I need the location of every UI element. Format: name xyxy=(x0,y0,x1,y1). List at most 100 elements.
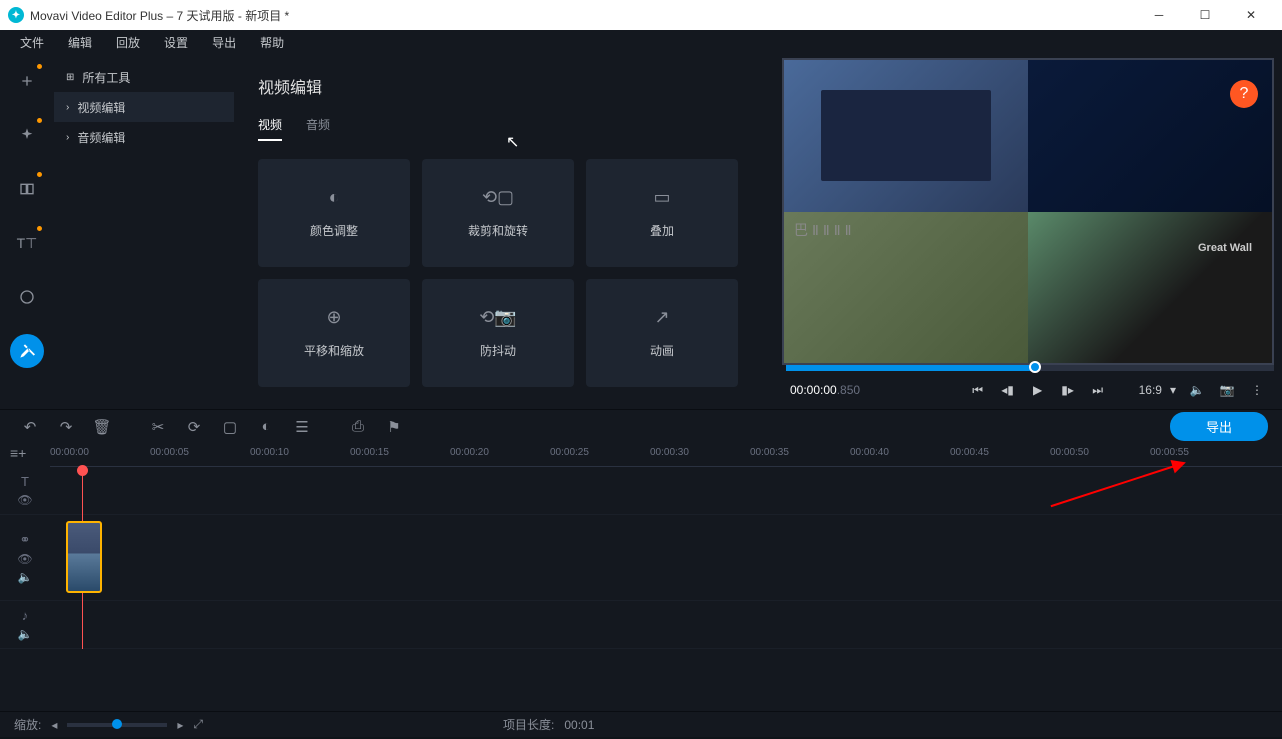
mute-icon[interactable]: 🔈 xyxy=(18,627,33,641)
card-crop-rotate[interactable]: ⟲▢裁剪和旋转 xyxy=(422,159,574,267)
ruler-tick: 00:00:05 xyxy=(150,447,189,458)
snapshot-button[interactable]: 📷 xyxy=(1214,377,1240,403)
magnify-icon: ⊕ xyxy=(326,307,341,328)
aspect-ratio[interactable]: 16:9 xyxy=(1139,383,1162,397)
ruler-tick: 00:00:35 xyxy=(750,447,789,458)
window-titlebar: ✦ Movavi Video Editor Plus – 7 天试用版 - 新项… xyxy=(0,0,1282,30)
timeline-ruler[interactable]: 00:00:00 00:00:05 00:00:10 00:00:15 00:00:20… xyxy=(50,443,1282,467)
center-panel: 视频编辑 视频 音频 ◐颜色调整 ⟲▢裁剪和旋转 ▭叠加 ⊕平移和缩放 ⟲📷防抖… xyxy=(234,54,778,409)
dock-titles[interactable]: T⊤ xyxy=(10,226,44,260)
motion-icon: ↗ xyxy=(654,307,669,328)
sidepanel-label: 所有工具 xyxy=(82,69,130,86)
add-track-button[interactable]: ≡+ xyxy=(10,445,26,461)
app-logo-icon: ✦ xyxy=(8,7,24,23)
dock-add-media[interactable] xyxy=(10,64,44,98)
tab-video[interactable]: 视频 xyxy=(258,116,282,141)
ruler-tick: 00:00:50 xyxy=(1050,447,1089,458)
sidepanel-label: 视频编辑 xyxy=(77,99,125,116)
card-overlay[interactable]: ▭叠加 xyxy=(586,159,738,267)
cut-button[interactable]: ✂ xyxy=(142,413,174,441)
minimize-button[interactable]: ─ xyxy=(1136,0,1182,30)
card-stabilize[interactable]: ⟲📷防抖动 xyxy=(422,279,574,387)
delete-button[interactable]: 🗑 xyxy=(86,413,118,441)
zoom-fit-button[interactable]: ⤢ xyxy=(193,717,203,732)
text-track-icon: T xyxy=(21,474,29,489)
video-clip[interactable] xyxy=(66,521,102,593)
marker-button[interactable]: ⚑ xyxy=(378,413,410,441)
rotate-button[interactable]: ⟳ xyxy=(178,413,210,441)
title-track[interactable]: T👁 xyxy=(0,467,1282,515)
zoom-in-button[interactable]: ▸ xyxy=(177,718,183,732)
crop-tool-button[interactable]: ▢ xyxy=(214,413,246,441)
crop-icon: ⟲▢ xyxy=(482,187,514,208)
sidepanel-all-tools[interactable]: ⊞所有工具 xyxy=(54,62,234,92)
step-back-button[interactable]: ◂▮ xyxy=(995,377,1021,403)
skip-start-button[interactable]: ⏮ xyxy=(965,377,991,403)
menu-export[interactable]: 导出 xyxy=(200,34,248,51)
eye-icon[interactable]: 👁 xyxy=(17,552,32,566)
export-button[interactable]: 导出 xyxy=(1170,412,1268,441)
ruler-tick: 00:00:25 xyxy=(550,447,589,458)
overlay-icon: ▭ xyxy=(653,187,670,208)
mute-icon[interactable]: 🔈 xyxy=(18,570,33,584)
timeline: ≡+ 00:00:0000:00:0500:00:1000:00:1500:00… xyxy=(0,443,1282,711)
ruler-tick: 00:00:15 xyxy=(350,447,389,458)
play-button[interactable]: ▶ xyxy=(1025,377,1051,403)
menu-playback[interactable]: 回放 xyxy=(104,34,152,51)
menu-bar: 文件 编辑 回放 设置 导出 帮助 xyxy=(0,30,1282,54)
preview-seekbar[interactable] xyxy=(786,365,1274,371)
ruler-tick: 00:00:00 xyxy=(50,447,89,458)
zoom-out-button[interactable]: ◂ xyxy=(51,718,57,732)
link-icon[interactable]: ⚭ xyxy=(20,532,31,548)
ruler-tick: 00:00:30 xyxy=(650,447,689,458)
color-tool-button[interactable]: ◐ xyxy=(250,413,282,441)
video-track[interactable]: ⚭ 👁 🔈 xyxy=(0,515,1282,601)
adjust-button[interactable]: ☰ xyxy=(286,413,318,441)
skip-end-button[interactable]: ⏭ xyxy=(1085,377,1111,403)
card-animate[interactable]: ↗动画 xyxy=(586,279,738,387)
sidepanel-video-edit[interactable]: ›视频编辑 xyxy=(54,92,234,122)
tab-audio[interactable]: 音频 xyxy=(306,116,330,141)
dock-filters[interactable] xyxy=(10,118,44,152)
menu-settings[interactable]: 设置 xyxy=(152,34,200,51)
card-pan-zoom[interactable]: ⊕平移和缩放 xyxy=(258,279,410,387)
center-title: 视频编辑 xyxy=(258,74,754,98)
status-bar: 缩放: ◂ ▸ ⤢ 项目长度: 00:01 xyxy=(0,711,1282,737)
sidepanel-label: 音频编辑 xyxy=(77,129,125,146)
dock-stickers[interactable] xyxy=(10,280,44,314)
contrast-icon: ◐ xyxy=(329,187,340,208)
ruler-tick: 00:00:20 xyxy=(450,447,489,458)
close-button[interactable]: ✕ xyxy=(1228,0,1274,30)
left-dock: T⊤ xyxy=(0,54,54,409)
eye-icon[interactable]: 👁 xyxy=(17,493,32,507)
help-button[interactable]: ? xyxy=(1230,80,1258,108)
maximize-button[interactable]: ☐ xyxy=(1182,0,1228,30)
preview-quadrant xyxy=(1028,212,1272,364)
ruler-tick: 00:00:40 xyxy=(850,447,889,458)
project-length-label: 项目长度: xyxy=(503,716,554,733)
preview-panel: ? 00:00:00.850 ⏮ ◂▮ ▶ ▮▸ ⏭ 16:9▾ 🔈 📷 ⋮ xyxy=(778,54,1282,409)
preview-quadrant xyxy=(784,60,1028,212)
ruler-tick: 00:00:10 xyxy=(250,447,289,458)
record-button[interactable]: ⎙ xyxy=(342,413,374,441)
dock-transitions[interactable] xyxy=(10,172,44,206)
dock-more-tools[interactable] xyxy=(10,334,44,368)
menu-file[interactable]: 文件 xyxy=(8,34,56,51)
menu-edit[interactable]: 编辑 xyxy=(56,34,104,51)
sidepanel-audio-edit[interactable]: ›音频编辑 xyxy=(54,122,234,152)
timeline-toolbar: ↶ ↷ 🗑 ✂ ⟳ ▢ ◐ ☰ ⎙ ⚑ 导出 xyxy=(0,409,1282,443)
menu-help[interactable]: 帮助 xyxy=(248,34,296,51)
window-title: Movavi Video Editor Plus – 7 天试用版 - 新项目 … xyxy=(30,7,1136,24)
card-color-adjust[interactable]: ◐颜色调整 xyxy=(258,159,410,267)
redo-button[interactable]: ↷ xyxy=(50,413,82,441)
volume-button[interactable]: 🔈 xyxy=(1184,377,1210,403)
undo-button[interactable]: ↶ xyxy=(14,413,46,441)
ruler-tick: 00:00:45 xyxy=(950,447,989,458)
preview-canvas[interactable] xyxy=(782,58,1274,365)
step-forward-button[interactable]: ▮▸ xyxy=(1055,377,1081,403)
music-track-icon: ♪ xyxy=(22,608,29,623)
audio-track[interactable]: ♪🔈 xyxy=(0,601,1282,649)
more-button[interactable]: ⋮ xyxy=(1244,377,1270,403)
side-panel: ⊞所有工具 ›视频编辑 ›音频编辑 xyxy=(54,54,234,409)
zoom-slider[interactable] xyxy=(67,723,167,727)
